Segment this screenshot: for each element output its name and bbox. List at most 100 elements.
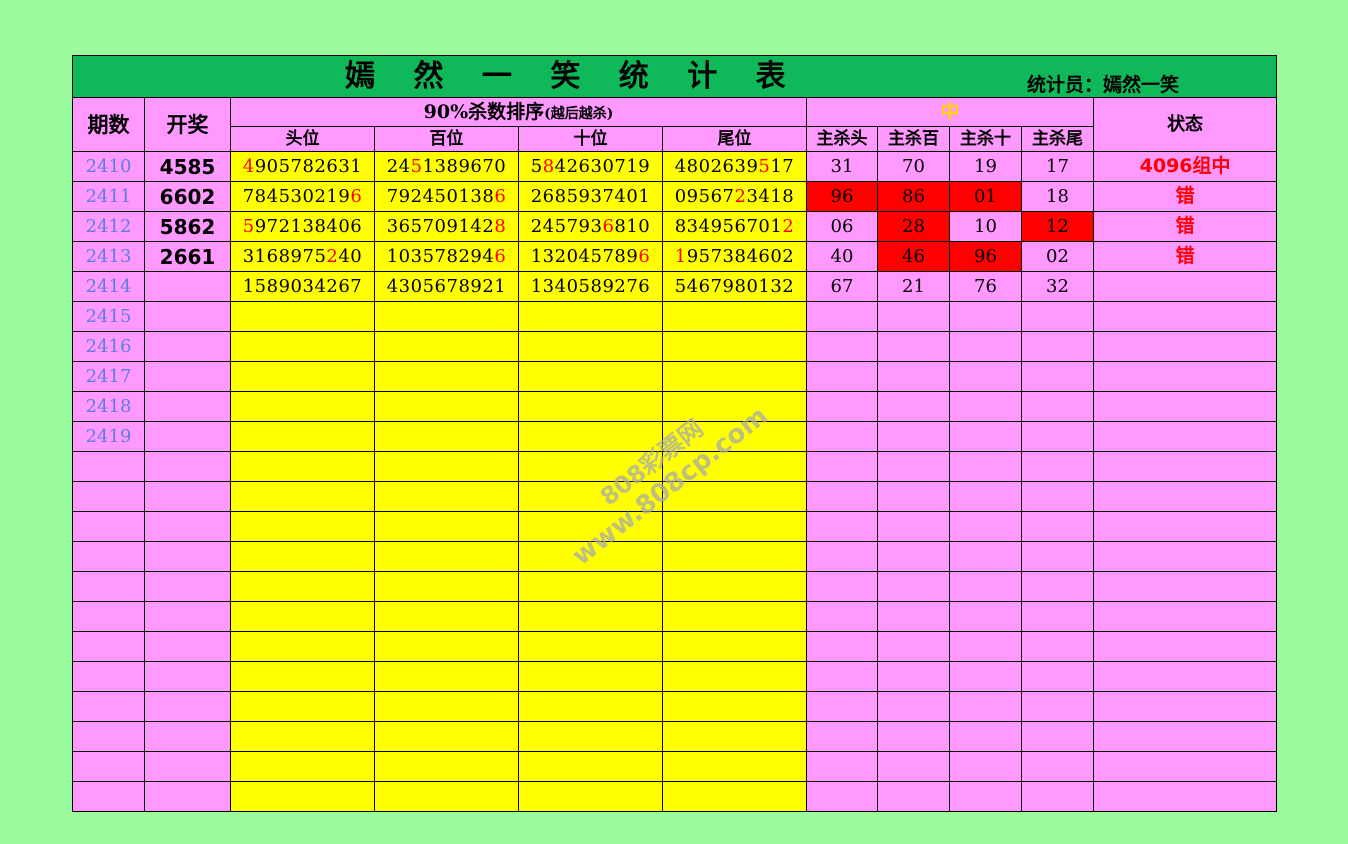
sequence-cell[interactable] xyxy=(662,481,807,512)
sequence-cell[interactable] xyxy=(518,481,663,512)
kill-cell[interactable] xyxy=(877,751,950,782)
draw-header[interactable]: 开奖 xyxy=(144,97,231,152)
kill-cell[interactable] xyxy=(806,301,878,332)
sequence-cell[interactable]: 8349567012 xyxy=(662,211,807,242)
sequence-cell[interactable]: 5842630719 xyxy=(518,151,663,182)
sequence-cell[interactable]: 4905782631 xyxy=(230,151,375,182)
sequence-cell[interactable] xyxy=(662,361,807,392)
sequence-cell[interactable] xyxy=(518,541,663,572)
period-cell[interactable] xyxy=(72,511,145,542)
sequence-cell[interactable]: 4305678921 xyxy=(374,271,519,302)
status-cell[interactable] xyxy=(1092,301,1278,332)
draw-cell[interactable]: 5862 xyxy=(144,211,231,242)
kill-cell[interactable] xyxy=(949,331,1022,362)
kill-cell[interactable]: 10 xyxy=(949,211,1022,242)
sequence-cell[interactable] xyxy=(230,571,375,602)
status-cell[interactable] xyxy=(1092,511,1278,542)
sequence-cell[interactable] xyxy=(662,721,807,752)
sequence-cell[interactable] xyxy=(662,421,807,452)
sequence-cell[interactable] xyxy=(518,691,663,722)
kill-cell[interactable] xyxy=(1021,541,1094,572)
kill-cell[interactable]: 96 xyxy=(949,241,1022,272)
kill-cell[interactable] xyxy=(949,391,1022,422)
sequence-cell[interactable] xyxy=(518,751,663,782)
period-cell[interactable] xyxy=(72,781,145,812)
sequence-cell[interactable] xyxy=(518,571,663,602)
sequence-group-header[interactable]: 90%杀数排序(越后越杀) xyxy=(230,97,807,127)
kill-cell[interactable] xyxy=(877,721,950,752)
sequence-cell[interactable] xyxy=(518,361,663,392)
status-cell[interactable] xyxy=(1092,721,1278,752)
sequence-cell[interactable] xyxy=(662,391,807,422)
kill-cell[interactable]: 31 xyxy=(806,151,878,182)
kill-cell[interactable] xyxy=(877,391,950,422)
kill-cell[interactable]: 67 xyxy=(806,271,878,302)
status-cell[interactable] xyxy=(1092,571,1278,602)
kill-cell[interactable] xyxy=(1021,781,1094,812)
kill-cell[interactable] xyxy=(949,691,1022,722)
sequence-cell[interactable] xyxy=(662,691,807,722)
kill-cell[interactable]: 70 xyxy=(877,151,950,182)
period-cell[interactable] xyxy=(72,751,145,782)
draw-cell[interactable]: 4585 xyxy=(144,151,231,182)
status-cell[interactable]: 错 xyxy=(1092,181,1278,212)
sequence-cell[interactable]: 1320457896 xyxy=(518,241,663,272)
sequence-cell[interactable] xyxy=(374,541,519,572)
kill-cell[interactable] xyxy=(806,571,878,602)
sequence-cell[interactable]: 1589034267 xyxy=(230,271,375,302)
sequence-cell[interactable] xyxy=(230,631,375,662)
kill-cell[interactable] xyxy=(1021,331,1094,362)
kill-cell[interactable] xyxy=(1021,421,1094,452)
draw-cell[interactable] xyxy=(144,451,231,482)
kill-cell[interactable] xyxy=(806,601,878,632)
kill-cell[interactable] xyxy=(1021,511,1094,542)
draw-cell[interactable] xyxy=(144,481,231,512)
sequence-cell[interactable] xyxy=(518,391,663,422)
sequence-cell[interactable] xyxy=(374,751,519,782)
sequence-cell[interactable] xyxy=(518,631,663,662)
status-cell[interactable] xyxy=(1092,751,1278,782)
sequence-cell[interactable] xyxy=(230,781,375,812)
kill-cell[interactable] xyxy=(1021,751,1094,782)
sequence-cell[interactable] xyxy=(662,601,807,632)
kill-cell[interactable] xyxy=(949,721,1022,752)
status-cell[interactable] xyxy=(1092,481,1278,512)
kill-cell[interactable]: 96 xyxy=(806,181,878,212)
sequence-cell[interactable] xyxy=(230,331,375,362)
kill-cell[interactable] xyxy=(806,661,878,692)
sequence-cell[interactable] xyxy=(374,631,519,662)
kill-cell[interactable] xyxy=(806,451,878,482)
sequence-cell[interactable] xyxy=(374,391,519,422)
kill-header-tail[interactable]: 主杀尾 xyxy=(1021,126,1094,152)
sequence-cell[interactable] xyxy=(662,631,807,662)
sequence-cell[interactable] xyxy=(230,661,375,692)
period-cell[interactable]: 2413 xyxy=(72,241,145,272)
kill-cell[interactable] xyxy=(1021,571,1094,602)
sequence-cell[interactable] xyxy=(374,781,519,812)
draw-cell[interactable] xyxy=(144,541,231,572)
sequence-cell[interactable]: 0956723418 xyxy=(662,181,807,212)
kill-cell[interactable] xyxy=(877,331,950,362)
kill-cell[interactable] xyxy=(806,691,878,722)
sequence-cell[interactable]: 2451389670 xyxy=(374,151,519,182)
period-cell[interactable] xyxy=(72,571,145,602)
period-cell[interactable]: 2410 xyxy=(72,151,145,182)
kill-cell[interactable] xyxy=(1021,601,1094,632)
sequence-cell[interactable] xyxy=(662,781,807,812)
draw-cell[interactable] xyxy=(144,361,231,392)
period-cell[interactable] xyxy=(72,661,145,692)
draw-cell[interactable] xyxy=(144,601,231,632)
period-header[interactable]: 期数 xyxy=(72,97,145,152)
kill-cell[interactable] xyxy=(1021,301,1094,332)
kill-cell[interactable] xyxy=(806,541,878,572)
kill-cell[interactable]: 86 xyxy=(877,181,950,212)
kill-cell[interactable] xyxy=(806,721,878,752)
sequence-cell[interactable]: 5972138406 xyxy=(230,211,375,242)
kill-cell[interactable] xyxy=(949,511,1022,542)
kill-cell[interactable]: 17 xyxy=(1021,151,1094,182)
kill-cell[interactable] xyxy=(806,421,878,452)
sequence-cell[interactable]: 2685937401 xyxy=(518,181,663,212)
kill-cell[interactable] xyxy=(806,781,878,812)
status-cell[interactable]: 错 xyxy=(1092,241,1278,272)
kill-cell[interactable] xyxy=(877,361,950,392)
